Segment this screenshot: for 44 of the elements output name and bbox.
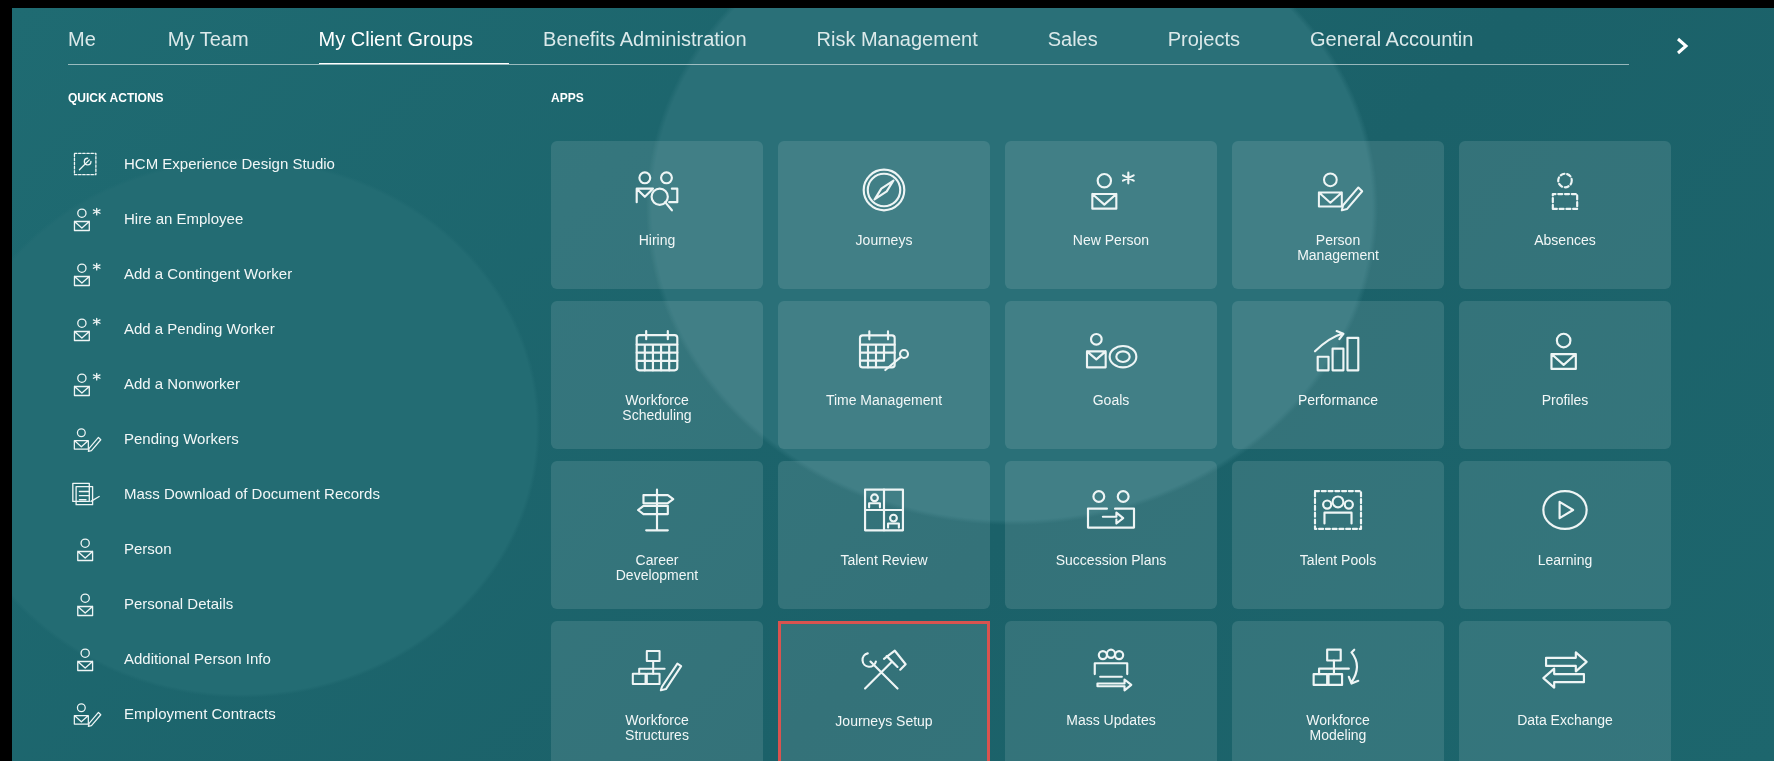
quick-action-link[interactable]: Pending Workers <box>124 430 239 447</box>
app-tile[interactable]: Profiles <box>1459 301 1671 449</box>
nav-tab[interactable]: Benefits Administration <box>543 8 783 64</box>
calendar-wrench-icon <box>856 327 912 373</box>
nav-tab[interactable]: General Accountin <box>1309 8 1510 64</box>
app-tile[interactable]: Data Exchange <box>1459 621 1671 761</box>
app-tile[interactable]: Journeys Setup <box>778 621 990 761</box>
app-tile[interactable]: Career Development <box>551 461 763 609</box>
app-tile[interactable]: Learning <box>1459 461 1671 609</box>
app-tile[interactable]: Absences <box>1459 141 1671 289</box>
app-tile[interactable]: Workforce Structures <box>551 621 763 761</box>
orgchart-pencil-icon <box>629 647 685 693</box>
quick-action-link[interactable]: Mass Download of Document Records <box>124 485 380 502</box>
quick-action-link[interactable]: Person <box>124 540 172 557</box>
nav-tab[interactable]: Risk Management <box>816 8 1014 64</box>
quick-action-link[interactable]: Add a Contingent Worker <box>124 265 293 282</box>
nav-tab[interactable]: Me <box>68 8 132 64</box>
app-tile[interactable]: New Person <box>1005 141 1217 289</box>
app-tile[interactable]: Goals <box>1005 301 1217 449</box>
quick-action-link[interactable]: Add a Pending Worker <box>124 320 275 337</box>
chevron-right-icon[interactable] <box>1675 37 1689 55</box>
app-tile[interactable]: Hiring <box>551 141 763 289</box>
app-tile[interactable]: Succession Plans <box>1005 461 1217 609</box>
app-tile[interactable]: Talent Review <box>778 461 990 609</box>
quick-action-link[interactable]: Additional Person Info <box>124 650 271 667</box>
quick-action-link[interactable]: HCM Experience Design Studio <box>124 155 335 172</box>
quick-action-link[interactable]: Add a Nonworker <box>124 375 240 392</box>
app-tile[interactable]: Time Management <box>778 301 990 449</box>
section-heading: APPS <box>551 91 585 107</box>
app-tile[interactable]: Person Management <box>1232 141 1444 289</box>
app-tile[interactable]: Talent Pools <box>1232 461 1444 609</box>
nav-tab[interactable]: My Team <box>167 8 285 64</box>
app-tile[interactable]: Workforce Modeling <box>1232 621 1444 761</box>
section-heading: QUICK ACTIONS <box>68 91 165 107</box>
app-tile[interactable]: Mass Updates <box>1005 621 1217 761</box>
quick-action-link[interactable]: Employment Contracts <box>124 705 276 722</box>
quick-action-link[interactable]: Hire an Employee <box>124 210 244 227</box>
app-tile[interactable]: Journeys <box>778 141 990 289</box>
nav-tab[interactable]: Projects <box>1167 8 1276 64</box>
app-tile[interactable]: Performance <box>1232 301 1444 449</box>
app-tile[interactable]: Workforce Scheduling <box>551 301 763 449</box>
nav-tab[interactable]: My Client Groups <box>318 8 510 64</box>
quick-action-link[interactable]: Personal Details <box>124 595 234 612</box>
nav-tab[interactable]: Sales <box>1047 8 1134 64</box>
